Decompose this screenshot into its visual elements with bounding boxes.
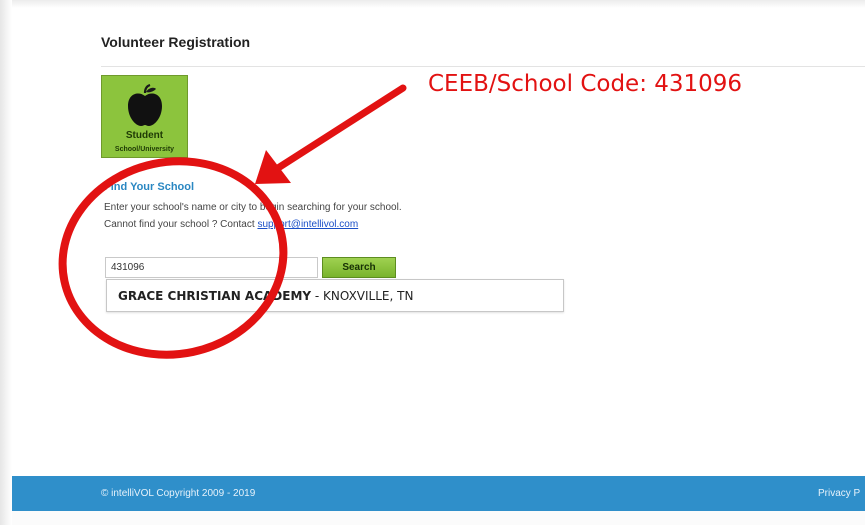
apple-icon: [128, 84, 162, 126]
top-shadow: [0, 0, 865, 8]
student-category-tile[interactable]: Student School/University: [101, 75, 188, 158]
tile-label: Student: [125, 130, 164, 141]
page-frame: Volunteer Registration Student School/Un…: [0, 0, 865, 525]
left-shadow: [0, 0, 12, 525]
result-location: - KNOXVILLE, TN: [311, 289, 414, 303]
annotation-arrow-head: [255, 150, 291, 184]
annotation-arrow-shaft: [274, 84, 407, 172]
copyright-text: © intelliVOL Copyright 2009 - 2019: [101, 488, 256, 499]
result-item[interactable]: GRACE CHRISTIAN ACADEMY - KNOXVILLE, TN: [118, 289, 413, 303]
title-divider: [101, 66, 865, 67]
search-button[interactable]: Search: [322, 257, 396, 278]
result-school-name: GRACE CHRISTIAN ACADEMY: [118, 289, 312, 303]
support-prefix: Cannot find your school ? Contact: [104, 219, 258, 230]
privacy-link[interactable]: Privacy P: [818, 488, 860, 499]
support-instruction: Cannot find your school ? Contact suppor…: [104, 219, 358, 230]
school-search-input[interactable]: [105, 257, 318, 278]
annotation-text: CEEB/School Code: 431096: [428, 71, 743, 97]
footer: © intelliVOL Copyright 2009 - 2019 Priva…: [12, 476, 865, 511]
below-footer-area: [12, 511, 865, 525]
find-school-heading: Find Your School: [104, 181, 195, 193]
page-title: Volunteer Registration: [101, 34, 251, 50]
support-email-link[interactable]: support@intellivol.com: [257, 219, 358, 230]
tile-sublabel: School/University: [114, 146, 175, 153]
search-results-dropdown: GRACE CHRISTIAN ACADEMY - KNOXVILLE, TN: [106, 279, 564, 312]
search-instruction: Enter your school's name or city to begi…: [104, 202, 402, 213]
